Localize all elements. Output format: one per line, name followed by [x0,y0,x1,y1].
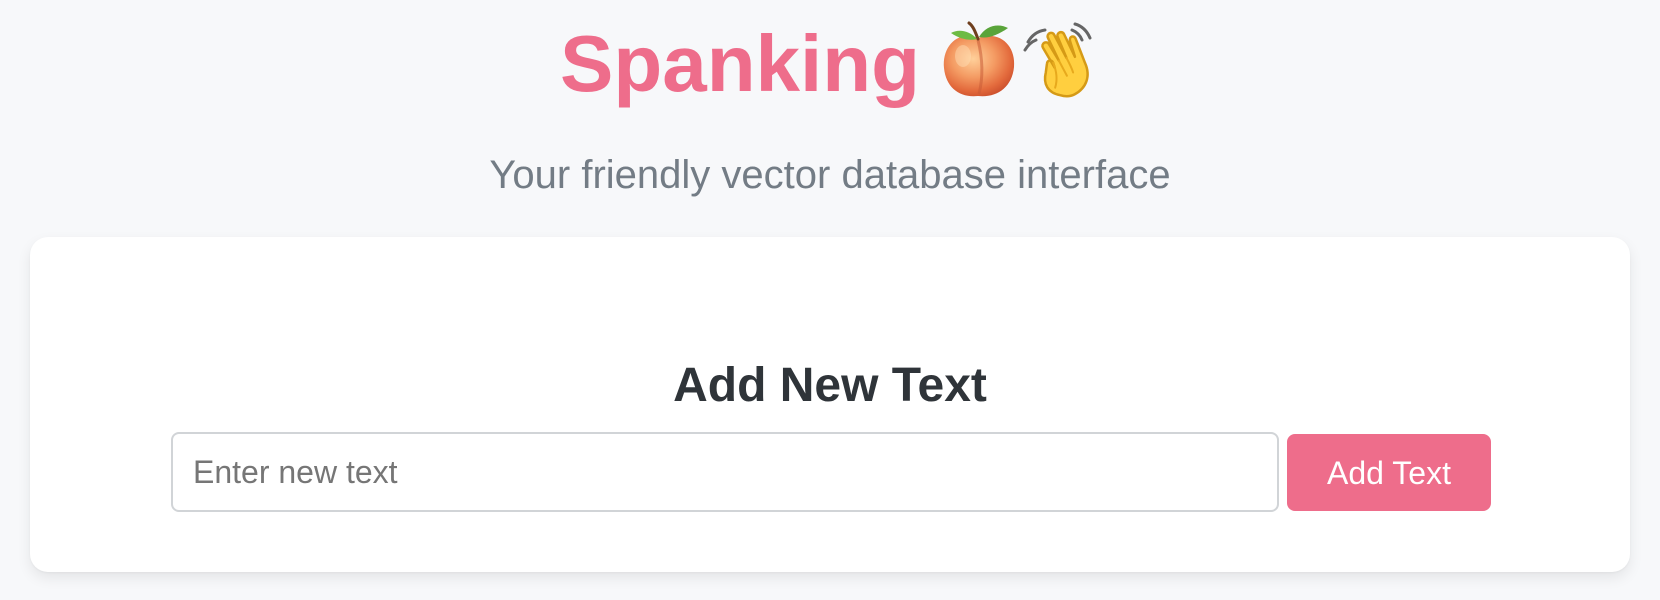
waving-hand-icon [1023,22,1092,98]
add-text-card: Add New Text Add Text [30,237,1630,572]
new-text-input[interactable] [171,432,1279,512]
page-subtitle: Your friendly vector database interface [489,153,1171,197]
add-text-heading: Add New Text [673,358,987,412]
app-title-row: Spanking [0,14,1660,114]
peach-icon [943,21,1015,97]
add-text-button[interactable]: Add Text [1287,434,1491,511]
title-icons [938,18,1100,100]
app-title: Spanking [559,19,921,108]
